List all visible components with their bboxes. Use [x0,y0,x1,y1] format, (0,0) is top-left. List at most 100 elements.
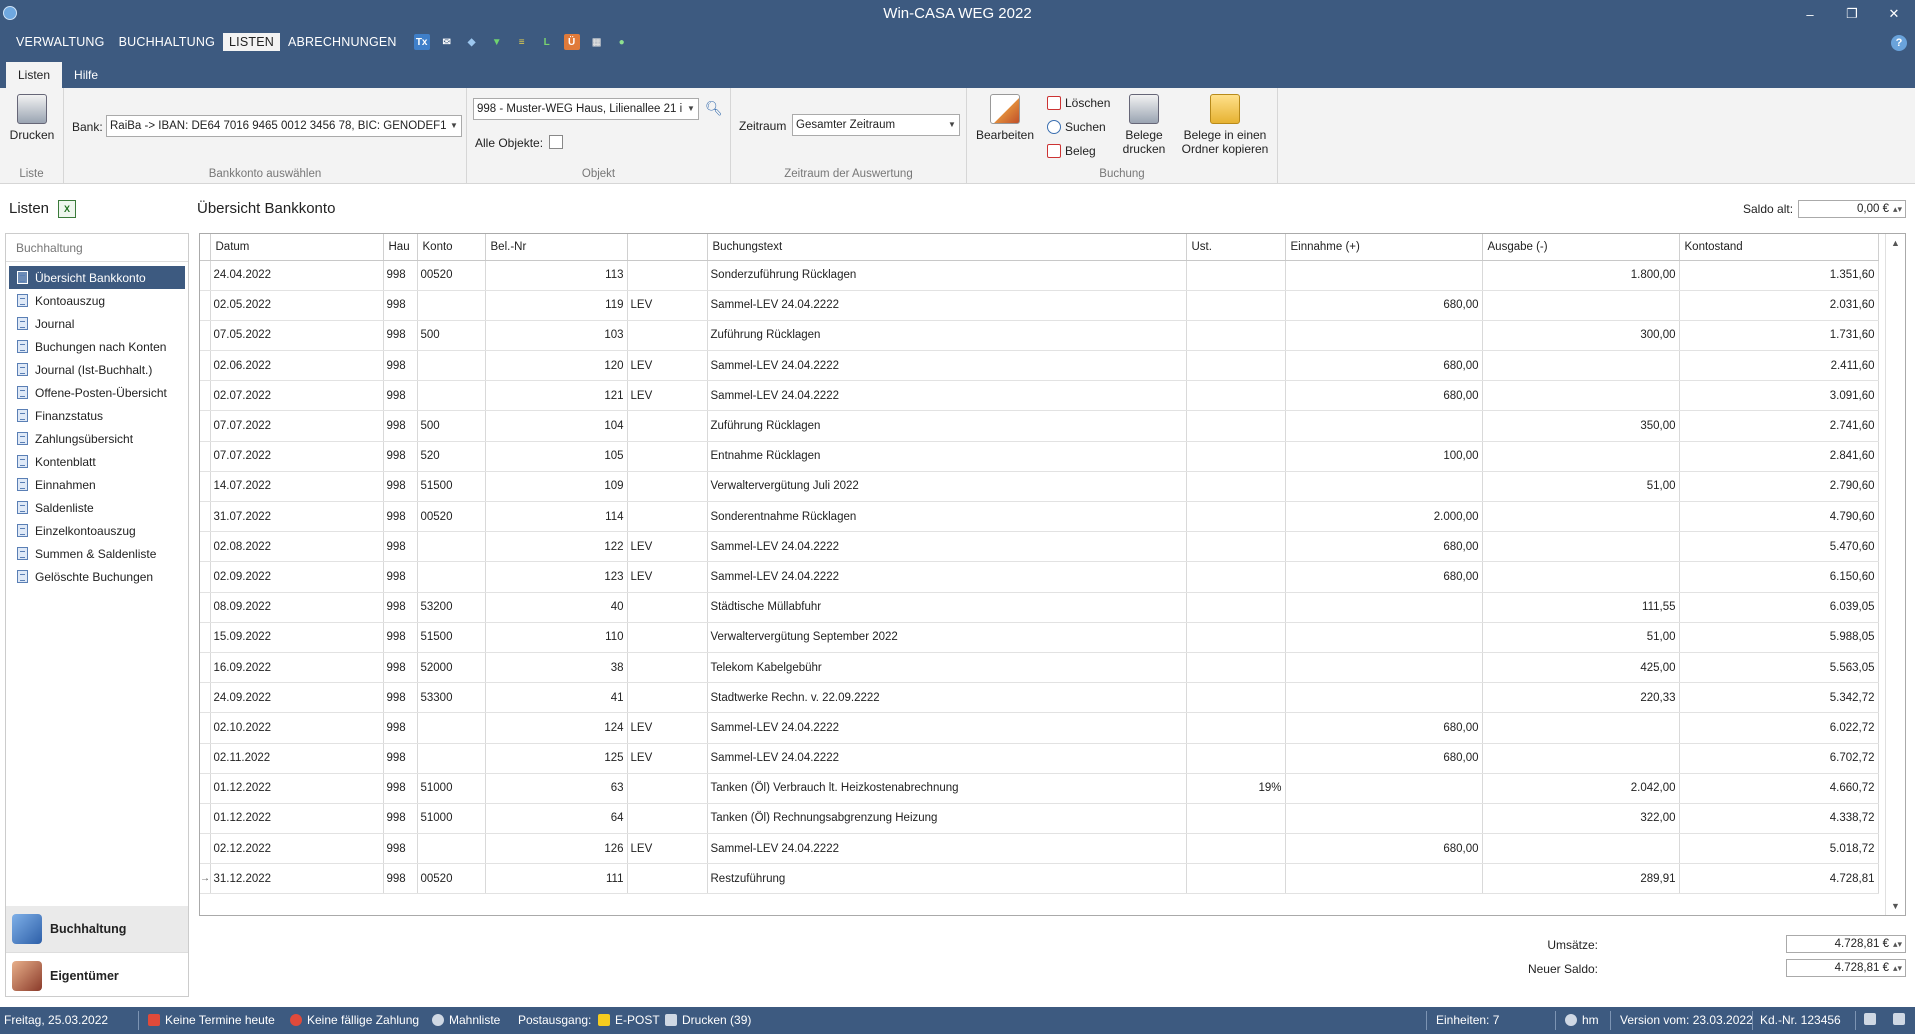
cell-kontostand: 5.563,05 [1679,652,1879,684]
voucher-button[interactable]: Beleg [1047,144,1096,158]
nav-item-einzelkontoauszug[interactable]: Einzelkontoauszug [9,519,185,542]
nav-item-offene-posten[interactable]: Offene-Posten-Übersicht [9,381,185,404]
cell-konto: 51500 [417,622,486,653]
col-ausgabe[interactable]: Ausgabe (-) [1482,234,1680,261]
row-indicator [200,743,211,774]
table-row[interactable]: 02.07.2022 998 121 LEV Sammel-LEV 24.04.2222… [200,380,1879,412]
table-row[interactable]: 16.09.2022 998 52000 38 Telekom Kabelgebühr 4… [200,652,1879,684]
col-belnr[interactable]: Bel.-Nr [485,234,628,261]
col-kontostand[interactable]: Kontostand [1679,234,1879,261]
saldo-alt-field[interactable]: 0,00 € ▴▾ [1798,200,1906,218]
list-icon[interactable]: ≡ [514,34,530,50]
status-termine[interactable]: Keine Termine heute [148,1013,275,1027]
table-row[interactable]: 31.07.2022 998 00520 114 Sonderentnahme Rück… [200,501,1879,533]
col-haus[interactable]: Hau [383,234,418,261]
period-select[interactable]: Gesamter Zeitraum ▼ [792,114,960,136]
print-button[interactable]: Drucken [5,94,59,142]
table-row[interactable]: 02.09.2022 998 123 LEV Sammel-LEV 24.04.2222… [200,561,1879,593]
col-datum[interactable]: Datum [210,234,384,261]
nav-item-finanzstatus[interactable]: Finanzstatus [9,404,185,427]
nav-item-journal-ist[interactable]: Journal (Ist-Buchhalt.) [9,358,185,381]
menu-buchhaltung[interactable]: BUCHHALTUNG [113,33,221,51]
nav-item-kontenblatt[interactable]: Kontenblatt [9,450,185,473]
people-icon[interactable]: ● [614,34,630,50]
ledger-l-icon[interactable]: L [539,34,555,50]
nav-item-kontoauszug[interactable]: Kontoauszug [9,289,185,312]
status-epost[interactable]: E-POST [598,1013,660,1027]
cell-haus: 998 [383,441,418,472]
copy-vouchers-button[interactable]: Belege in einen Ordner kopieren [1177,94,1273,156]
table-row[interactable]: 02.11.2022 998 125 LEV Sammel-LEV 24.04.2222… [200,743,1879,774]
cell-ust [1186,652,1286,684]
table-row[interactable]: 07.07.2022 998 520 105 Entnahme Rücklagen 100… [200,441,1879,472]
document-icon [17,340,28,353]
table-row[interactable]: 24.04.2022 998 00520 113 Sonderzuführung Rüc… [200,260,1879,291]
download-icon[interactable]: ▼ [489,34,505,50]
nav-item-uebersicht-bankkonto[interactable]: Übersicht Bankkonto [9,266,185,289]
object-select[interactable]: 998 - Muster-WEG Haus, Lilienallee 21 i … [473,98,699,120]
menu-listen[interactable]: LISTEN [223,33,280,51]
nav-item-buchungen-nach-konten[interactable]: Buchungen nach Konten [9,335,185,358]
maximize-button[interactable]: ❐ [1831,0,1873,28]
all-objects-checkbox[interactable] [549,135,563,149]
status-mahnliste[interactable]: Mahnliste [432,1013,500,1027]
status-zahlung[interactable]: Keine fällige Zahlung [290,1013,419,1027]
col-einnahme[interactable]: Einnahme (+) [1285,234,1483,261]
table-row[interactable]: 01.12.2022 998 51000 63 Tanken (Öl) Verbrauc… [200,773,1879,804]
status-date: Freitag, 25.03.2022 [4,1013,109,1027]
table-row[interactable]: 01.12.2022 998 51000 64 Tanken (Öl) Rechnung… [200,803,1879,835]
status-drucken[interactable]: Drucken (39) [665,1013,751,1027]
scroll-up-icon[interactable]: ▲ [1886,238,1905,248]
close-button[interactable]: ✕ [1873,0,1915,28]
category-eigentuemer[interactable]: Eigentümer [6,952,188,998]
tab-listen[interactable]: Listen [6,62,63,88]
table-row[interactable]: 14.07.2022 998 51500 109 Verwaltervergütung … [200,471,1879,503]
vertical-scrollbar[interactable]: ▲ ▼ [1885,234,1905,915]
menu-abrechnungen[interactable]: ABRECHNUNGEN [282,33,403,51]
nav-item-einnahmen[interactable]: Einnahmen [9,473,185,496]
table-row[interactable]: 07.05.2022 998 500 103 Zuführung Rücklagen 30… [200,320,1879,352]
col-konto[interactable]: Konto [417,234,486,261]
menu-verwaltung[interactable]: VERWALTUNG [10,33,111,51]
print-vouchers-button[interactable]: Belege drucken [1117,94,1171,156]
network-icon[interactable] [1864,1013,1876,1025]
search-button[interactable]: Suchen [1047,120,1106,134]
col-type[interactable] [627,234,708,261]
table-row[interactable]: 02.05.2022 998 119 LEV Sammel-LEV 24.04.2222… [200,290,1879,321]
search-icon[interactable]: 🔍︎ [705,100,723,117]
mail-icon[interactable]: ✉ [439,34,455,50]
help-icon[interactable]: ? [1891,35,1907,51]
cell-belnr: 121 [485,380,628,412]
tx-icon[interactable]: Tx [413,34,430,50]
nav-item-zahlungsuebersicht[interactable]: Zahlungsübersicht [9,427,185,450]
category-buchhaltung[interactable]: Buchhaltung [6,906,188,952]
table-row[interactable]: 02.06.2022 998 120 LEV Sammel-LEV 24.04.2222… [200,350,1879,382]
grid-icon[interactable] [1893,1013,1905,1025]
tag-icon[interactable]: ◆ [464,34,480,50]
nav-item-geloeschte-buchungen[interactable]: Gelöschte Buchungen [9,565,185,588]
ue-icon[interactable]: Ü [563,34,580,50]
nav-item-saldenliste[interactable]: Saldenliste [9,496,185,519]
scroll-down-icon[interactable]: ▼ [1886,901,1905,911]
cell-datum: 02.10.2022 [210,712,384,744]
calculator-icon[interactable]: ▦ [589,34,605,50]
table-row[interactable]: 02.12.2022 998 126 LEV Sammel-LEV 24.04.2222… [200,833,1879,865]
table-row[interactable]: 08.09.2022 998 53200 40 Städtische Müllabfuh… [200,592,1879,623]
minimize-button[interactable]: – [1789,0,1831,28]
table-row[interactable]: → 31.12.2022 998 00520 111 Restzuführung 289,9… [200,863,1879,895]
excel-icon[interactable]: X [58,200,76,218]
row-indicator [200,622,211,653]
nav-item-journal[interactable]: Journal [9,312,185,335]
table-row[interactable]: 02.10.2022 998 124 LEV Sammel-LEV 24.04.2222… [200,712,1879,744]
table-row[interactable]: 07.07.2022 998 500 104 Zuführung Rücklagen 35… [200,410,1879,442]
table-row[interactable]: 24.09.2022 998 53300 41 Stadtwerke Rechn. v.… [200,682,1879,714]
tab-hilfe[interactable]: Hilfe [62,62,110,88]
col-ust[interactable]: Ust. [1186,234,1286,261]
edit-button[interactable]: Bearbeiten [975,94,1035,142]
table-row[interactable]: 02.08.2022 998 122 LEV Sammel-LEV 24.04.2222… [200,531,1879,563]
bank-select[interactable]: RaiBa -> IBAN: DE64 7016 9465 0012 3456 … [106,115,462,137]
table-row[interactable]: 15.09.2022 998 51500 110 Verwaltervergütung … [200,622,1879,653]
col-buchungstext[interactable]: Buchungstext [707,234,1187,261]
nav-item-summen-saldenliste[interactable]: Summen & Saldenliste [9,542,185,565]
delete-button[interactable]: Löschen [1047,96,1110,110]
